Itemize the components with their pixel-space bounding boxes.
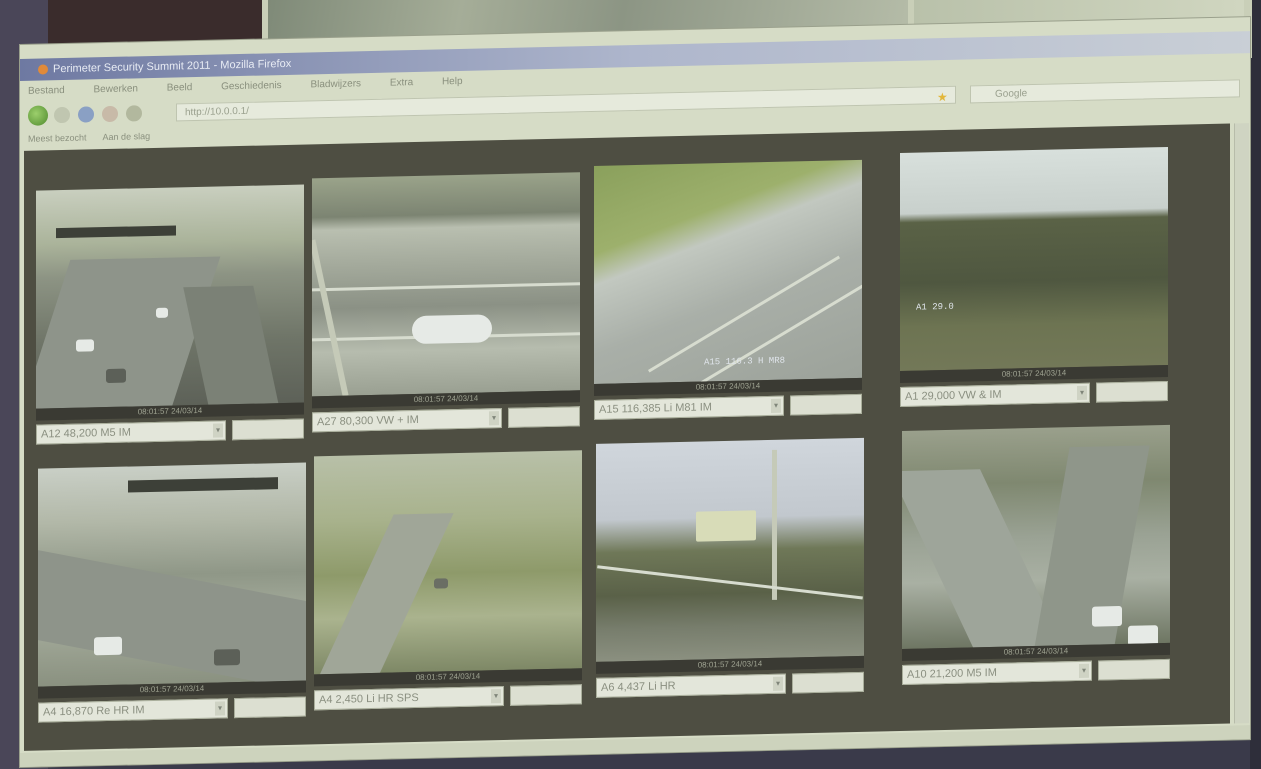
chevron-down-icon: ▾ (771, 398, 781, 413)
camera-select-value: A10 21,200 M5 IM (907, 666, 997, 681)
chevron-down-icon: ▾ (1077, 385, 1087, 401)
bookmark-item[interactable]: Meest bezocht (28, 132, 87, 143)
reload-button[interactable] (78, 106, 94, 123)
camera-controls: A1 29,000 VW & IM ▾ (900, 380, 1168, 408)
room-wall-right (1250, 0, 1261, 769)
camera-tile: 08:01:57 24/03/14 A4 16,870 Re HR IM ▾ (38, 462, 306, 723)
camera-grid: 08:01:57 24/03/14 A12 48,200 M5 IM ▾ 08:0… (24, 123, 1230, 751)
browser-window: Perimeter Security Summit 2011 - Mozilla… (20, 17, 1250, 767)
camera-feed (902, 424, 1170, 649)
camera-select-value: A15 116,385 Li M81 IM (599, 401, 712, 416)
camera-controls: A10 21,200 M5 IM ▾ (902, 658, 1170, 685)
camera-action-button[interactable] (510, 684, 582, 706)
camera-overlay-text: A15 116.3 H MR8 (704, 355, 786, 368)
camera-select-value: A4 2,450 Li HR SPS (319, 691, 419, 707)
camera-tile: A1 29.0 08:01:57 24/03/14 A1 29,000 VW &… (900, 146, 1168, 408)
camera-tile: 08:01:57 24/03/14 A10 21,200 M5 IM ▾ (902, 424, 1170, 685)
back-button[interactable] (28, 105, 48, 126)
menu-item-history[interactable]: Geschiedenis (221, 80, 282, 92)
camera-action-button[interactable] (1098, 658, 1170, 681)
chevron-down-icon: ▾ (213, 423, 223, 438)
camera-tile: 08:01:57 24/03/14 A12 48,200 M5 IM ▾ (36, 184, 304, 445)
camera-feed (596, 437, 864, 662)
window-title: Perimeter Security Summit 2011 - Mozilla… (53, 57, 292, 76)
camera-select[interactable]: A4 16,870 Re HR IM ▾ (38, 698, 228, 723)
url-text: http://10.0.0.1/ (185, 105, 249, 119)
chevron-down-icon: ▾ (1079, 663, 1089, 678)
camera-controls: A12 48,200 M5 IM ▾ (36, 418, 304, 445)
camera-select[interactable]: A6 4,437 Li HR ▾ (596, 673, 786, 698)
camera-action-button[interactable] (1096, 380, 1168, 403)
camera-action-button[interactable] (790, 393, 862, 416)
camera-action-button[interactable] (792, 671, 864, 694)
home-button[interactable] (126, 105, 142, 122)
camera-select[interactable]: A4 2,450 Li HR SPS ▾ (314, 686, 504, 711)
menu-item-tools[interactable]: Extra (390, 77, 413, 89)
forward-button[interactable] (54, 106, 70, 124)
search-placeholder: Google (995, 88, 1028, 100)
camera-tile: 08:01:57 24/03/14 A27 80,300 VW + IM ▾ (312, 172, 580, 433)
bookmark-item[interactable]: Aan de slag (103, 131, 151, 142)
chevron-down-icon: ▾ (489, 411, 499, 426)
camera-controls: A15 116,385 Li M81 IM ▾ (594, 393, 862, 420)
camera-controls: A27 80,300 VW + IM ▾ (312, 406, 580, 433)
camera-feed (36, 184, 304, 409)
search-input[interactable]: Google (970, 79, 1240, 104)
camera-tile: 08:01:57 24/03/14 A6 4,437 Li HR ▾ (596, 437, 864, 698)
camera-action-button[interactable] (234, 696, 306, 719)
camera-controls: A4 2,450 Li HR SPS ▾ (314, 684, 582, 711)
chevron-down-icon: ▾ (491, 689, 501, 704)
menu-item-bookmarks[interactable]: Bladwijzers (310, 78, 361, 90)
camera-controls: A6 4,437 Li HR ▾ (596, 671, 864, 698)
camera-action-button[interactable] (508, 406, 580, 428)
firefox-icon (38, 64, 48, 75)
camera-controls: A4 16,870 Re HR IM ▾ (38, 696, 306, 723)
camera-feed: A15 116.3 H MR8 (594, 159, 862, 384)
camera-select-value: A4 16,870 Re HR IM (43, 704, 145, 719)
camera-tile: A15 116.3 H MR8 08:01:57 24/03/14 A15 11… (594, 159, 862, 420)
camera-feed (38, 462, 306, 687)
vertical-scrollbar[interactable] (1234, 123, 1249, 724)
menu-item-help[interactable]: Help (442, 76, 463, 87)
star-icon[interactable]: ★ (937, 88, 948, 106)
menu-item-file[interactable]: Bestand (28, 85, 65, 97)
camera-overlay-text: A1 29.0 (916, 301, 954, 313)
camera-feed (314, 450, 582, 675)
camera-select-value: A12 48,200 M5 IM (41, 426, 131, 441)
camera-select-value: A6 4,437 Li HR (601, 680, 676, 694)
menu-item-view[interactable]: Beeld (167, 82, 193, 94)
camera-tile: 08:01:57 24/03/14 A4 2,450 Li HR SPS ▾ (314, 450, 582, 711)
camera-select[interactable]: A27 80,300 VW + IM ▾ (312, 408, 502, 433)
chevron-down-icon: ▾ (773, 676, 783, 691)
camera-select[interactable]: A10 21,200 M5 IM ▾ (902, 660, 1092, 685)
camera-feed: A1 29.0 (900, 146, 1168, 372)
camera-select-value: A1 29,000 VW & IM (905, 388, 1002, 403)
camera-action-button[interactable] (232, 418, 304, 441)
stop-button[interactable] (102, 105, 118, 123)
camera-select[interactable]: A12 48,200 M5 IM ▾ (36, 420, 226, 445)
camera-select[interactable]: A1 29,000 VW & IM ▾ (900, 382, 1090, 408)
chevron-down-icon: ▾ (215, 701, 225, 716)
camera-feed (312, 172, 580, 397)
menu-item-edit[interactable]: Bewerken (93, 83, 137, 95)
camera-select-value: A27 80,300 VW + IM (317, 413, 419, 429)
camera-select[interactable]: A15 116,385 Li M81 IM ▾ (594, 395, 784, 420)
